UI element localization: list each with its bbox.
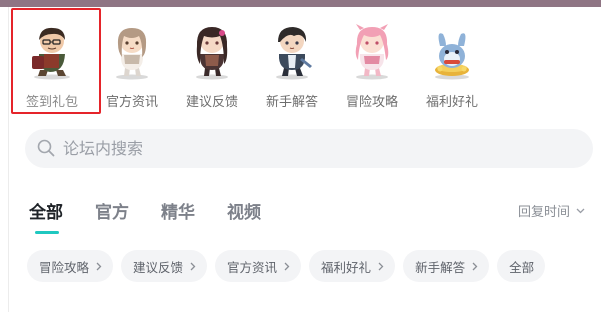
feedback-character-icon bbox=[196, 27, 228, 80]
chip-label: 官方资讯 bbox=[227, 259, 278, 275]
tab-official[interactable]: 官方 bbox=[95, 198, 129, 234]
entry-checkin-gift[interactable]: 签到礼包 bbox=[12, 24, 92, 114]
search-input[interactable] bbox=[63, 129, 563, 168]
tab-featured[interactable]: 精华 bbox=[161, 198, 195, 234]
entry-feedback[interactable]: 建议反馈 bbox=[172, 24, 252, 114]
filter-chip-official-news[interactable]: 官方资讯 bbox=[215, 250, 302, 282]
chip-label: 全部 bbox=[509, 259, 535, 275]
entry-official-news[interactable]: 官方资讯 bbox=[92, 24, 172, 114]
entry-label: 建议反馈 bbox=[185, 95, 238, 110]
category-filter-chips: 冒险攻略 建议反馈 官方资讯 福利好礼 新手解答 全部 bbox=[27, 250, 553, 282]
chip-label: 福利好礼 bbox=[321, 259, 372, 275]
top-banner-strip bbox=[0, 0, 601, 7]
chevron-right-icon bbox=[378, 262, 384, 270]
chip-label: 新手解答 bbox=[415, 259, 466, 275]
adventure-guide-character-icon bbox=[355, 24, 389, 80]
official-news-character-icon bbox=[116, 28, 148, 80]
newbie-help-character-icon bbox=[276, 27, 312, 80]
tab-video[interactable]: 视频 bbox=[227, 198, 261, 234]
welfare-gift-mascot-icon bbox=[435, 33, 469, 80]
entry-label: 冒险攻略 bbox=[345, 95, 398, 110]
entry-label: 签到礼包 bbox=[25, 95, 78, 110]
tab-label: 官方 bbox=[95, 203, 129, 223]
tab-label: 精华 bbox=[161, 203, 195, 223]
entry-label: 官方资讯 bbox=[105, 95, 158, 110]
left-divider bbox=[8, 7, 9, 312]
filter-chip-welfare-gift[interactable]: 福利好礼 bbox=[309, 250, 396, 282]
entry-welfare-gift[interactable]: 福利好礼 bbox=[412, 24, 492, 114]
tab-label: 全部 bbox=[29, 203, 63, 223]
chevron-down-icon bbox=[576, 208, 585, 213]
entry-adventure-guide[interactable]: 冒险攻略 bbox=[332, 24, 412, 114]
tab-label: 视频 bbox=[227, 203, 261, 223]
filter-chip-adventure-guide[interactable]: 冒险攻略 bbox=[27, 250, 114, 282]
sort-label: 回复时间 bbox=[517, 205, 570, 220]
search-icon bbox=[37, 139, 55, 157]
post-tabs: 全部 官方 精华 视频 bbox=[29, 198, 293, 234]
chevron-right-icon bbox=[190, 262, 196, 270]
chip-label: 冒险攻略 bbox=[39, 259, 90, 275]
checkin-gift-character-icon bbox=[32, 27, 70, 80]
forum-search-bar[interactable] bbox=[25, 129, 593, 168]
filter-chip-newbie-help[interactable]: 新手解答 bbox=[403, 250, 490, 282]
quick-entry-bar: 签到礼包 官方资讯 建议反馈 新手解答 冒险攻略 福利好礼 bbox=[12, 24, 492, 114]
chip-label: 建议反馈 bbox=[133, 259, 184, 275]
entry-label: 福利好礼 bbox=[425, 95, 478, 110]
entry-label: 新手解答 bbox=[265, 95, 318, 110]
entry-newbie-help[interactable]: 新手解答 bbox=[252, 24, 332, 114]
filter-chip-all[interactable]: 全部 bbox=[497, 250, 546, 282]
chevron-right-icon bbox=[96, 262, 102, 270]
sort-dropdown[interactable]: 回复时间 bbox=[518, 201, 585, 220]
filter-chip-feedback[interactable]: 建议反馈 bbox=[121, 250, 208, 282]
chevron-right-icon bbox=[284, 262, 290, 270]
chevron-right-icon bbox=[472, 262, 478, 270]
tab-all[interactable]: 全部 bbox=[29, 198, 63, 234]
active-tab-indicator bbox=[35, 231, 59, 234]
